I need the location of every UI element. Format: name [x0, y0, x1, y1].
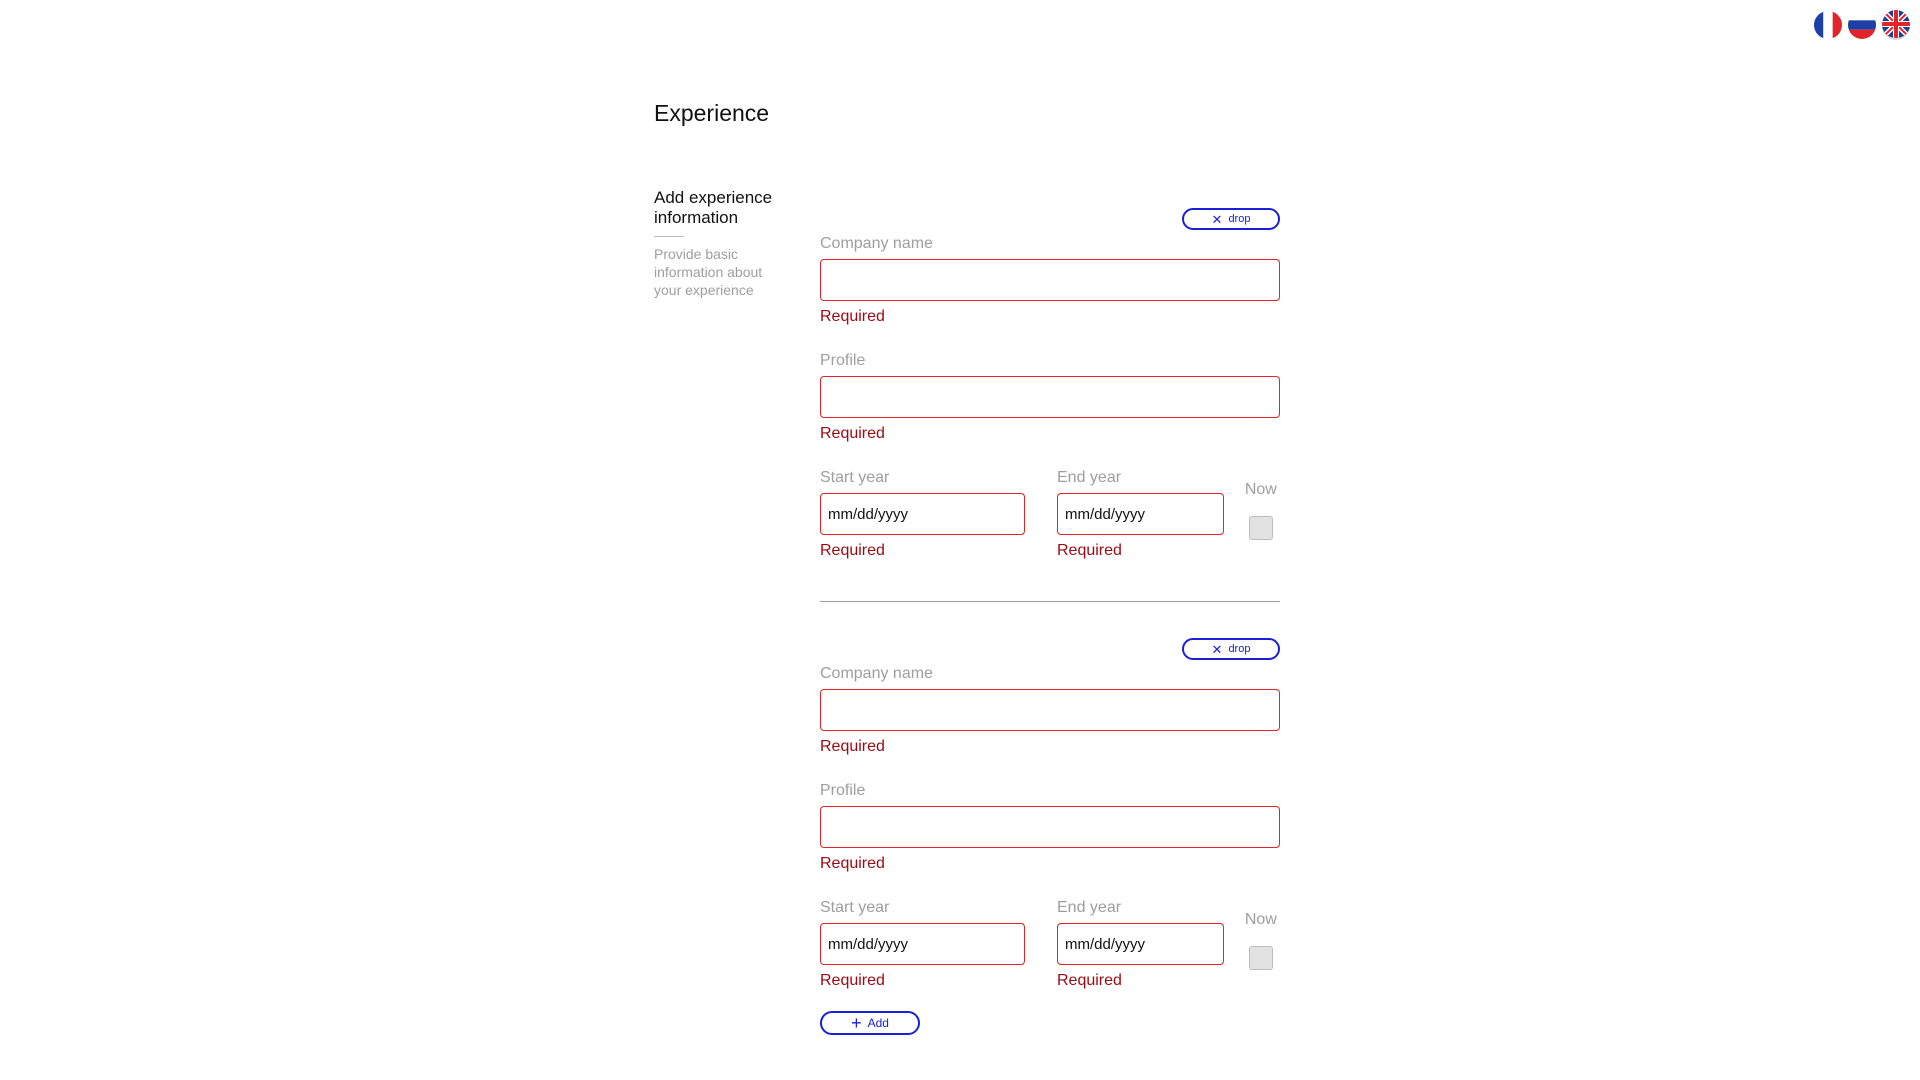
- profile-input[interactable]: [820, 376, 1280, 418]
- end-year-placeholder: mm/dd/yyyy: [1065, 505, 1146, 523]
- now-field: Now: [1242, 898, 1280, 970]
- date-row: Start year mm/dd/yyyy Required End year …: [820, 468, 1280, 561]
- experience-form: ✕ drop Company name Required Profile Req…: [820, 208, 1280, 1035]
- close-icon: ✕: [1211, 211, 1223, 227]
- russia-flag-icon[interactable]: [1848, 11, 1876, 39]
- end-year-field: End year mm/dd/yyyy Required: [1057, 468, 1224, 561]
- start-year-field: Start year mm/dd/yyyy Required: [820, 898, 1025, 991]
- company-error: Required: [820, 308, 885, 325]
- profile-error: Required: [820, 855, 885, 872]
- experience-page: Experience Add experience information Pr…: [0, 0, 1920, 1080]
- company-field: Company name Required: [820, 664, 1280, 757]
- profile-field: Profile Required: [820, 781, 1280, 874]
- end-year-placeholder: mm/dd/yyyy: [1065, 935, 1146, 953]
- entry-divider: [820, 601, 1280, 602]
- now-label: Now: [1244, 911, 1277, 928]
- drop-button[interactable]: ✕ drop: [1182, 638, 1280, 660]
- end-year-input[interactable]: mm/dd/yyyy: [1057, 493, 1224, 535]
- language-switcher: [1814, 10, 1910, 40]
- start-year-placeholder: mm/dd/yyyy: [828, 935, 909, 953]
- end-year-field: End year mm/dd/yyyy Required: [1057, 898, 1224, 991]
- company-error: Required: [820, 738, 885, 755]
- end-year-error: Required: [1057, 542, 1122, 559]
- now-checkbox[interactable]: [1248, 516, 1273, 540]
- company-input[interactable]: [820, 259, 1280, 301]
- drop-button-label: drop: [1228, 213, 1251, 225]
- profile-error: Required: [820, 425, 885, 442]
- start-year-label: Start year: [820, 469, 890, 486]
- now-label: Now: [1244, 481, 1277, 498]
- section-sidebar: Add experience information Provide basic…: [654, 188, 784, 299]
- end-year-label: End year: [1057, 469, 1122, 486]
- date-row: Start year mm/dd/yyyy Required End year …: [820, 898, 1280, 991]
- end-year-label: End year: [1057, 899, 1122, 916]
- start-year-label: Start year: [820, 899, 890, 916]
- end-year-error: Required: [1057, 972, 1122, 989]
- experience-entry: ✕ drop Company name Required Profile Req…: [820, 638, 1280, 991]
- company-input[interactable]: [820, 689, 1280, 731]
- profile-label: Profile: [820, 352, 866, 369]
- company-label: Company name: [820, 665, 933, 682]
- start-year-error: Required: [820, 972, 885, 989]
- close-icon: ✕: [1211, 641, 1223, 657]
- section-description: Provide basic information about your exp…: [654, 246, 763, 298]
- start-year-field: Start year mm/dd/yyyy Required: [820, 468, 1025, 561]
- add-button-label: Add: [867, 1016, 889, 1030]
- add-experience-button[interactable]: + Add: [820, 1011, 920, 1035]
- drop-button[interactable]: ✕ drop: [1182, 208, 1280, 230]
- start-year-error: Required: [820, 542, 885, 559]
- now-checkbox[interactable]: [1248, 946, 1273, 970]
- start-year-placeholder: mm/dd/yyyy: [828, 505, 909, 523]
- now-field: Now: [1242, 468, 1280, 540]
- experience-entry: ✕ drop Company name Required Profile Req…: [820, 208, 1280, 561]
- end-year-input[interactable]: mm/dd/yyyy: [1057, 923, 1224, 965]
- plus-icon: +: [851, 1013, 862, 1033]
- uk-flag-icon[interactable]: [1882, 10, 1910, 40]
- section-title: Add experience information: [654, 188, 773, 227]
- section-divider: [654, 236, 684, 237]
- profile-field: Profile Required: [820, 351, 1280, 444]
- start-year-input[interactable]: mm/dd/yyyy: [820, 923, 1025, 965]
- france-flag-icon[interactable]: [1814, 11, 1842, 39]
- profile-input[interactable]: [820, 806, 1280, 848]
- company-label: Company name: [820, 235, 933, 252]
- drop-button-label: drop: [1228, 643, 1251, 655]
- profile-label: Profile: [820, 782, 866, 799]
- start-year-input[interactable]: mm/dd/yyyy: [820, 493, 1025, 535]
- page-title: Experience: [654, 100, 770, 126]
- company-field: Company name Required: [820, 234, 1280, 327]
